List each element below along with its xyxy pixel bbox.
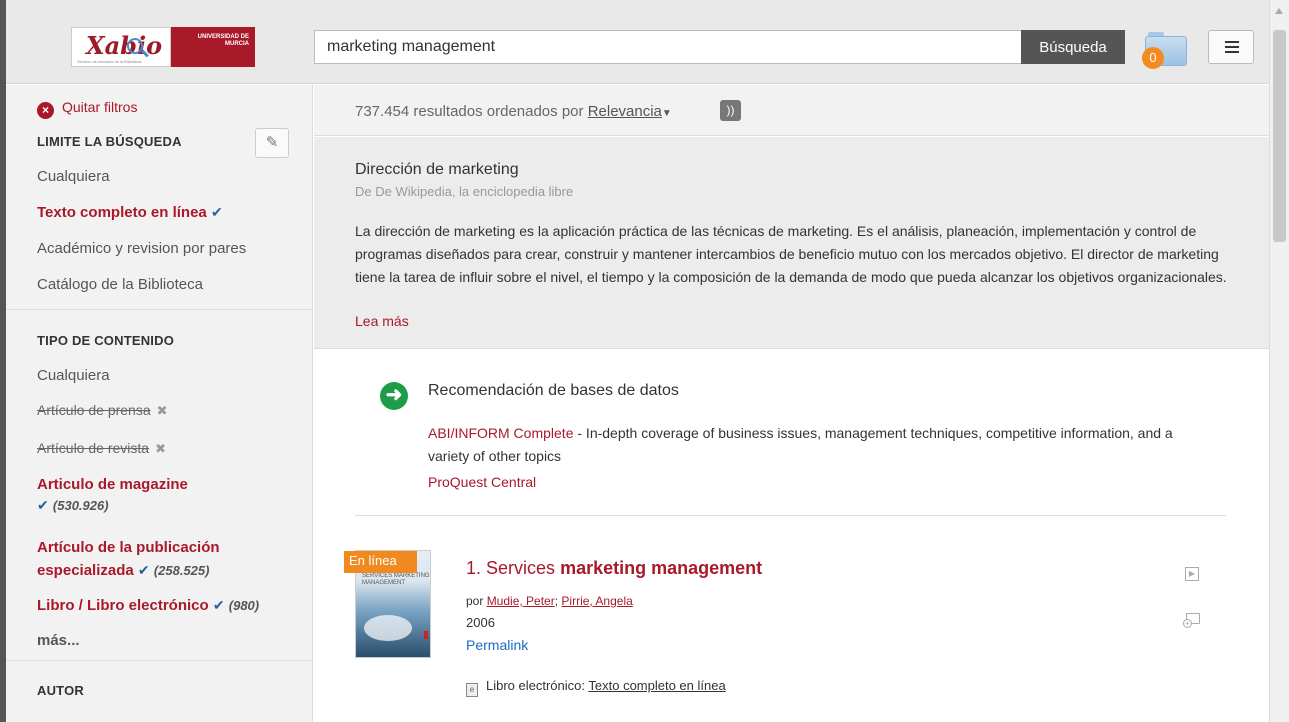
author-link[interactable]: Mudie, Peter bbox=[487, 594, 555, 608]
check-icon: ✔ bbox=[37, 497, 49, 513]
result-format: e Libro electrónico: Texto completo en lí… bbox=[466, 678, 726, 697]
press-article-label: Artículo de prensa bbox=[37, 402, 151, 418]
university-city: MURCIA bbox=[225, 41, 249, 48]
result-authors: por Mudie, Peter; Pirrie, Angela bbox=[466, 594, 633, 608]
check-icon: ✔ bbox=[210, 204, 223, 220]
scroll-thumb[interactable] bbox=[1273, 30, 1286, 242]
online-badge: En línea bbox=[344, 551, 417, 573]
trade-publication-count: (258.525) bbox=[153, 563, 210, 578]
add-to-folder-icon[interactable]: + bbox=[1183, 613, 1201, 629]
check-icon: ✔ bbox=[137, 562, 150, 578]
menu-button[interactable] bbox=[1208, 30, 1254, 64]
result-title-bold: marketing management bbox=[560, 558, 763, 578]
content-more-link[interactable]: más... bbox=[37, 632, 80, 649]
fulltext-online-link[interactable]: Texto completo en línea bbox=[588, 678, 725, 693]
clear-filters-label: Quitar filtros bbox=[62, 99, 138, 115]
wiki-description: La dirección de marketing es la aplicaci… bbox=[355, 223, 1227, 285]
check-icon: ✔ bbox=[212, 597, 225, 613]
trade-publication-label-1: Artículo de la publicación bbox=[37, 539, 220, 556]
database-recommendation-title: Recomendación de bases de datos bbox=[428, 382, 679, 399]
ebook-icon: e bbox=[466, 683, 478, 697]
limit-library-catalog[interactable]: Catálogo de la Biblioteca bbox=[37, 276, 203, 293]
content-book-ebook[interactable]: Libro / Libro electrónico ✔ (980) bbox=[37, 597, 259, 614]
results-panel: 737.454 resultados ordenados por Relevan… bbox=[314, 85, 1269, 722]
results-summary-bar: 737.454 resultados ordenados por Relevan… bbox=[314, 85, 1269, 136]
cover-title: SERVICES MARKETING MANAGEMENT bbox=[362, 573, 430, 586]
wiki-source: De De Wikipedia, la enciclopedia libre bbox=[355, 184, 574, 199]
trade-publication-label-2: especializada bbox=[37, 562, 134, 579]
result-title-plain: Services bbox=[486, 558, 556, 578]
search-input[interactable] bbox=[314, 30, 1022, 64]
preview-play-icon[interactable]: ▶ bbox=[1185, 567, 1199, 581]
limit-fulltext-label: Texto completo en línea bbox=[37, 204, 207, 221]
database-recommendation-desc: ABI/INFORM Complete - In-depth coverage … bbox=[428, 422, 1208, 468]
journal-article-label: Artículo de revista bbox=[37, 440, 150, 456]
content-type-heading: TIPO DE CONTENIDO bbox=[37, 333, 175, 348]
xabio-logo: Xabio Servicio de recursos de la Bibliot… bbox=[71, 27, 171, 67]
section-divider bbox=[355, 515, 1226, 516]
scroll-up-arrow-icon[interactable] bbox=[1275, 8, 1283, 14]
wikipedia-summary: Dirección de marketing De De Wikipedia, … bbox=[314, 137, 1269, 349]
magazine-count: (530.926) bbox=[52, 498, 109, 513]
permalink-link[interactable]: Permalink bbox=[466, 637, 528, 653]
pencil-icon: ✎ bbox=[265, 134, 279, 151]
read-more-link[interactable]: Lea más bbox=[355, 313, 409, 329]
content-trade-publication[interactable]: Artículo de la publicación especializada… bbox=[37, 537, 220, 582]
results-count: 737.454 resultados ordenados por Relevan… bbox=[355, 103, 672, 120]
university-label: UNIVERSIDAD DE bbox=[197, 34, 249, 40]
vertical-scrollbar[interactable] bbox=[1269, 0, 1289, 722]
filter-sidebar: × Quitar filtros LIMITE LA BÚSQUEDA ✎ Cua… bbox=[6, 85, 313, 722]
search-button[interactable]: Búsqueda bbox=[1021, 30, 1125, 64]
by-label: por bbox=[466, 594, 484, 608]
author-link[interactable]: Pirrie, Angela bbox=[561, 594, 632, 608]
folder-count-badge: 0 bbox=[1142, 47, 1164, 69]
limit-any[interactable]: Cualquiera bbox=[37, 168, 110, 185]
result-title-link[interactable]: 1. Services marketing management bbox=[466, 558, 762, 579]
rss-feed-icon[interactable]: )) bbox=[720, 100, 741, 121]
caret-down-icon[interactable]: ▼ bbox=[662, 108, 672, 119]
edit-pencil-button[interactable]: ✎ bbox=[255, 128, 289, 158]
author-heading[interactable]: AUTOR bbox=[37, 683, 84, 698]
results-count-label: 737.454 resultados ordenados por bbox=[355, 103, 584, 120]
sidebar-divider bbox=[6, 660, 313, 661]
wiki-title: Dirección de marketing bbox=[355, 161, 519, 178]
clear-filters-link[interactable]: × Quitar filtros bbox=[37, 99, 137, 119]
sort-relevance-dropdown[interactable]: Relevancia bbox=[588, 103, 662, 120]
book-ebook-count: (980) bbox=[228, 598, 260, 613]
window-edge bbox=[0, 0, 6, 722]
limit-heading: LIMITE LA BÚSQUEDA bbox=[37, 134, 182, 149]
logo-subtitle: Servicio de recursos de la Biblioteca bbox=[77, 59, 142, 64]
content-journal-article-excluded[interactable]: Artículo de revista ✖ bbox=[37, 440, 166, 457]
result-number: 1. bbox=[466, 558, 482, 578]
content-any[interactable]: Cualquiera bbox=[37, 367, 110, 384]
abi-inform-link[interactable]: ABI/INFORM Complete bbox=[428, 425, 573, 441]
magnifier-icon bbox=[127, 38, 143, 54]
book-ebook-label: Libro / Libro electrónico bbox=[37, 597, 209, 614]
arrow-right-circle-icon: ➜ bbox=[380, 382, 408, 410]
remove-circle-icon: × bbox=[37, 102, 54, 119]
limit-fulltext-online[interactable]: Texto completo en línea ✔ bbox=[37, 204, 223, 221]
content-magazine-article[interactable]: Articulo de magazine ✔ (530.926) bbox=[37, 476, 188, 514]
format-label: Libro electrónico: bbox=[486, 678, 585, 693]
remove-x-icon[interactable]: ✖ bbox=[155, 441, 166, 456]
proquest-central-link[interactable]: ProQuest Central bbox=[428, 474, 536, 490]
header: Xabio Servicio de recursos de la Bibliot… bbox=[0, 0, 1269, 84]
logo-text: Xabio bbox=[86, 31, 163, 60]
content-press-article-excluded[interactable]: Artículo de prensa ✖ bbox=[37, 402, 168, 419]
university-logo: UNIVERSIDAD DE MURCIA bbox=[171, 27, 255, 67]
magazine-label: Articulo de magazine bbox=[37, 476, 188, 493]
limit-peer-reviewed[interactable]: Académico y revision por pares bbox=[37, 240, 246, 257]
sidebar-divider bbox=[6, 309, 313, 310]
result-year: 2006 bbox=[466, 615, 495, 630]
library-logo[interactable]: Xabio Servicio de recursos de la Bibliot… bbox=[71, 27, 255, 67]
remove-x-icon[interactable]: ✖ bbox=[157, 403, 168, 418]
